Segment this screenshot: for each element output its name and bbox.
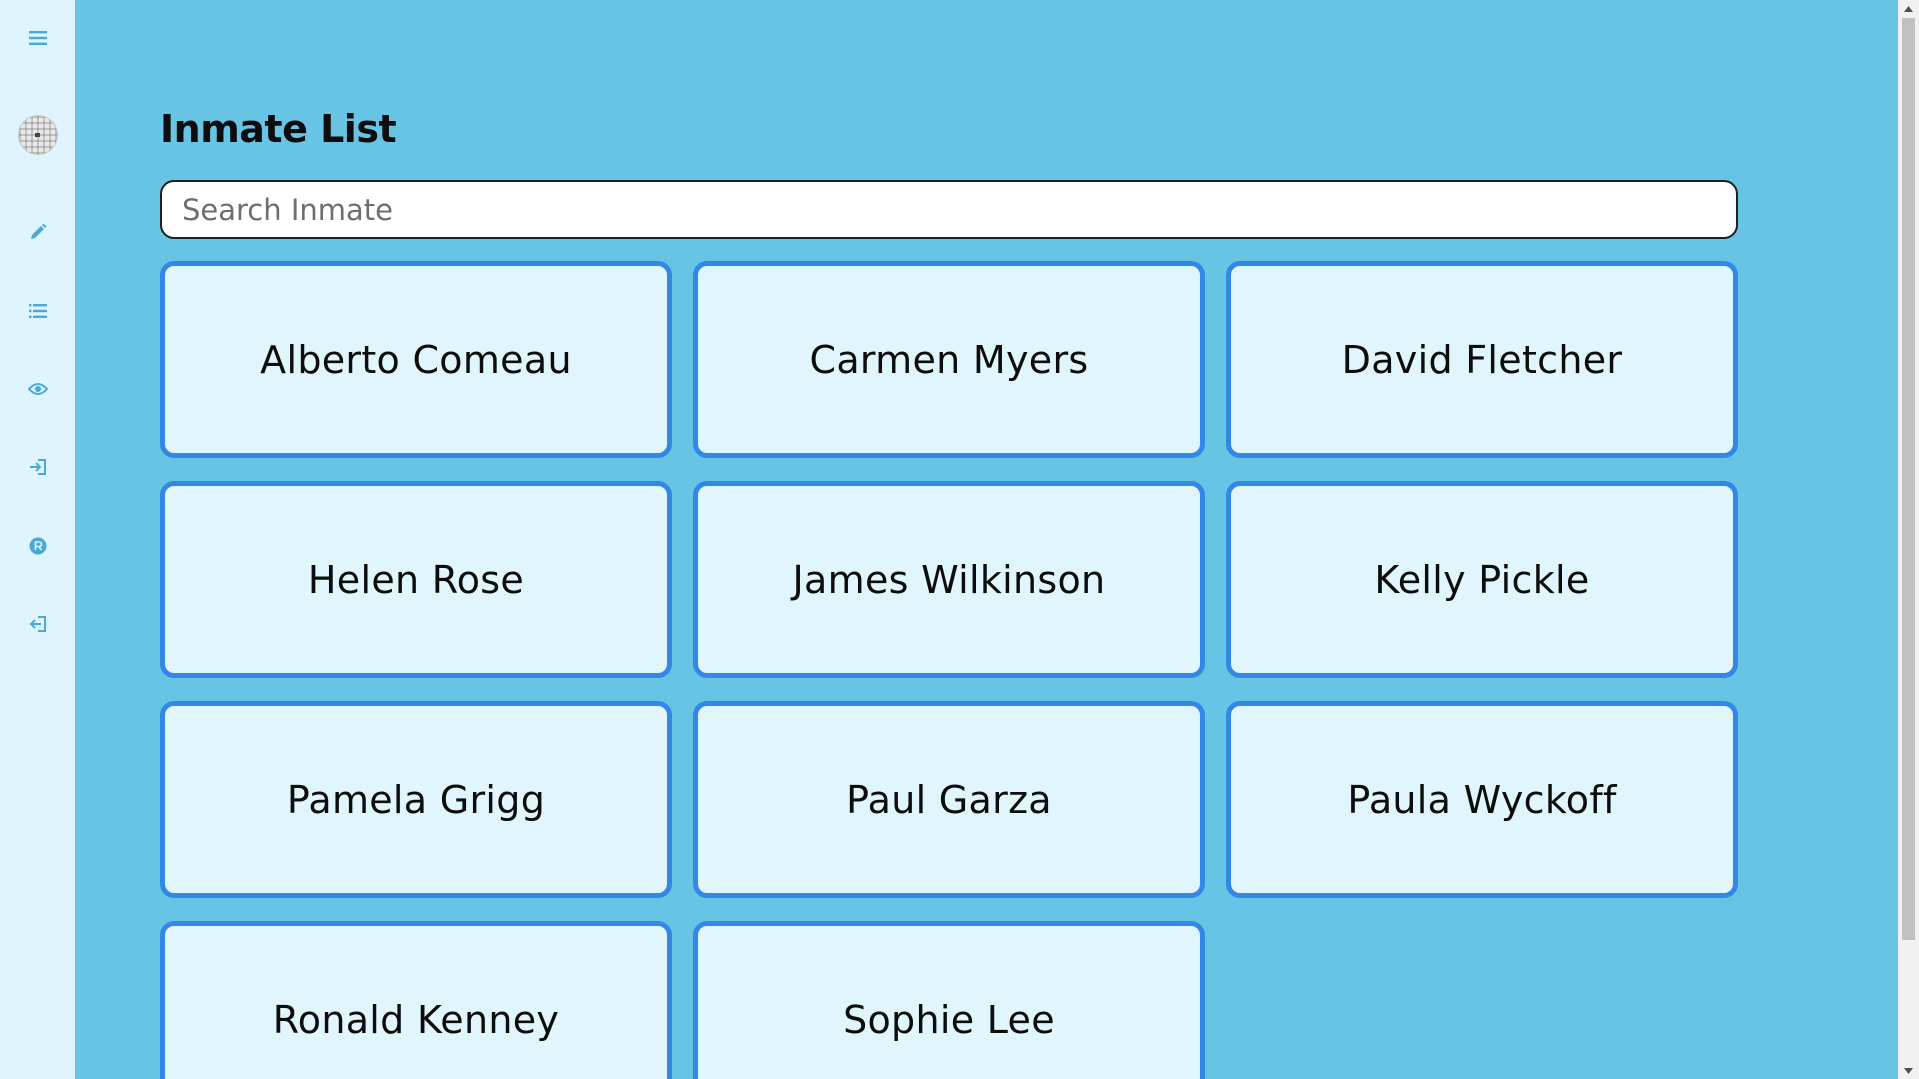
inmate-card[interactable]: Pamela Grigg [160, 701, 672, 898]
inmate-name: Kelly Pickle [1374, 557, 1590, 602]
inmate-card[interactable]: Paula Wyckoff [1226, 701, 1738, 898]
login-button[interactable] [0, 443, 75, 491]
avatar[interactable] [18, 115, 58, 155]
vertical-scrollbar[interactable] [1898, 0, 1919, 1079]
inmate-card[interactable]: Sophie Lee [693, 921, 1205, 1079]
scroll-down-arrow-icon[interactable] [1898, 1062, 1919, 1079]
search-input[interactable] [160, 180, 1738, 239]
registered-icon [29, 537, 46, 555]
scroll-up-arrow-icon[interactable] [1898, 0, 1919, 17]
inmate-name: Pamela Grigg [286, 777, 546, 822]
register-button[interactable] [0, 522, 75, 570]
eye-icon [27, 383, 48, 395]
page-title: Inmate List [160, 107, 397, 151]
inmate-card[interactable]: David Fletcher [1226, 261, 1738, 458]
inmate-name: Paul Garza [846, 777, 1052, 822]
inmate-name: Sophie Lee [843, 998, 1055, 1042]
inmate-card[interactable]: Carmen Myers [693, 261, 1205, 458]
menu-button[interactable] [0, 14, 75, 62]
login-icon [29, 459, 46, 475]
inmate-card[interactable]: Ronald Kenney [160, 921, 672, 1079]
logout-icon [29, 616, 46, 632]
inmate-name: David Fletcher [1341, 337, 1623, 382]
pencil-icon [30, 223, 46, 239]
logout-button[interactable] [0, 600, 75, 648]
inmate-name: James Wilkinson [792, 557, 1106, 602]
inmate-card[interactable]: Paul Garza [693, 701, 1205, 898]
list-icon [28, 304, 47, 318]
inmate-card[interactable]: Helen Rose [160, 481, 672, 678]
inmate-card[interactable]: Alberto Comeau [160, 261, 672, 458]
list-button[interactable] [0, 287, 75, 335]
inmate-name: Carmen Myers [809, 337, 1089, 382]
inmate-name: Alberto Comeau [260, 337, 572, 382]
inmate-card[interactable]: James Wilkinson [693, 481, 1205, 678]
edit-button[interactable] [0, 208, 75, 256]
inmate-name: Helen Rose [307, 557, 525, 602]
view-button[interactable] [0, 365, 75, 413]
inmate-card[interactable]: Kelly Pickle [1226, 481, 1738, 678]
scrollbar-thumb[interactable] [1902, 18, 1915, 940]
menu-icon [28, 31, 47, 45]
sidebar [0, 0, 75, 1079]
inmate-name: Ronald Kenney [272, 998, 560, 1042]
inmate-name: Paula Wyckoff [1347, 777, 1617, 822]
